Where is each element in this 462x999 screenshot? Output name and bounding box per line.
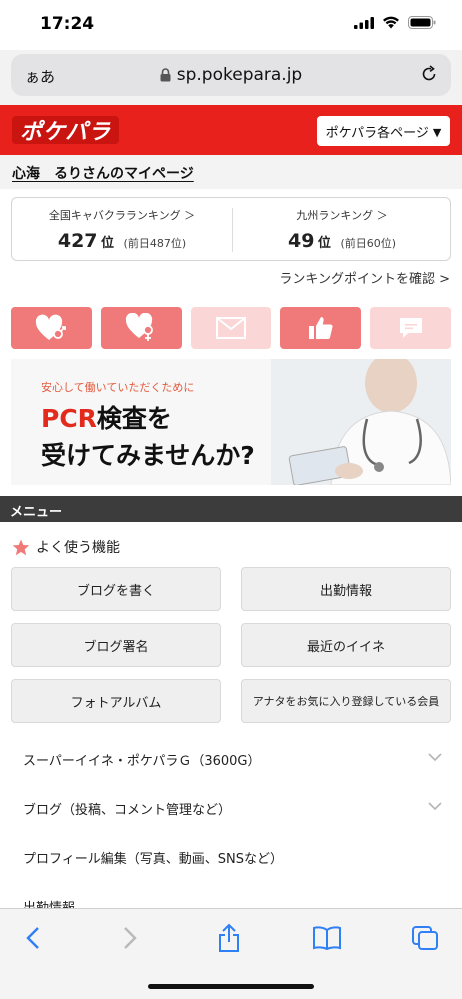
mypage-title[interactable]: 心海 るりさんのマイページ <box>12 163 194 183</box>
mail-button[interactable] <box>190 307 272 349</box>
regional-rank-unit: 位 <box>317 236 331 251</box>
url-bar[interactable]: ぁあ sp.pokepara.jp <box>11 54 451 96</box>
banner-pcr-text: PCR <box>41 404 97 433</box>
pages-dropdown-button[interactable]: ポケパラ各ページ ▼ <box>317 116 450 146</box>
national-rank-unit: 位 <box>101 236 115 251</box>
reload-icon[interactable] <box>419 64 439 84</box>
forward-arrow-icon <box>124 927 137 949</box>
tabs-button[interactable] <box>405 923 445 953</box>
star-icon <box>12 539 30 555</box>
chat-icon <box>399 318 422 338</box>
write-blog-button[interactable]: ブログを書く <box>11 567 221 611</box>
url-display[interactable]: sp.pokepara.jp <box>11 65 451 85</box>
regional-rank-previous: (前日60位) <box>340 237 397 250</box>
status-bar: 17:24 <box>0 0 462 50</box>
status-icons <box>354 16 436 29</box>
tabs-icon <box>412 926 438 950</box>
national-rank-number: 427 <box>57 230 98 252</box>
share-icon <box>219 923 239 952</box>
menu-section-blog[interactable]: ブログ（投稿、コメント管理など） <box>0 784 462 832</box>
thumbs-up-icon <box>308 317 333 340</box>
favorited-members-button[interactable]: アナタをお気に入り登録している会員 <box>241 679 451 723</box>
banner-headline-2: 受けてみませんか? <box>41 441 255 470</box>
pokepara-logo[interactable]: ポケパラ <box>12 116 120 145</box>
caret-down-icon: ▼ <box>432 126 442 139</box>
site-header: ポケパラ ポケパラ各ページ ▼ <box>0 105 462 155</box>
battery-icon <box>408 16 436 29</box>
menu-header: メニュー <box>0 496 462 522</box>
browser-url-area: ぁあ sp.pokepara.jp <box>0 50 462 105</box>
share-button[interactable] <box>209 923 249 953</box>
mypage-title-bar: 心海 るりさんのマイページ <box>0 155 462 189</box>
national-ranking-value: 427 位 (前日487位) <box>12 230 232 252</box>
chevron-down-icon <box>428 753 442 762</box>
menu-section-profile-edit[interactable]: プロフィール編集（写真、動画、SNSなど） <box>0 833 462 881</box>
national-ranking[interactable]: 全国キャバクラランキング ＞ 427 位 (前日487位) <box>12 198 232 262</box>
quick-icon-row <box>11 307 451 349</box>
page: 17:24 ぁあ sp.pokepara.jp ポケパラ ポケパラ各ページ ▼ … <box>0 0 462 999</box>
wifi-icon <box>383 16 399 29</box>
pcr-test-banner[interactable]: 安心して働いていただくために PCR検査を 受けてみませんか? <box>11 359 451 485</box>
ranking-box: 全国キャバクラランキング ＞ 427 位 (前日487位) 九州ランキング ＞ … <box>11 197 451 261</box>
regional-ranking[interactable]: 九州ランキング ＞ 49 位 (前日60位) <box>232 198 452 262</box>
status-time: 17:24 <box>40 14 95 34</box>
ranking-points-link[interactable]: ランキングポイントを確認 > <box>279 268 450 287</box>
attendance-info-button[interactable]: 出勤情報 <box>241 567 451 611</box>
back-arrow-icon <box>26 927 39 949</box>
regional-rank-number: 49 <box>287 230 315 252</box>
banner-subtitle: 安心して働いていただくために <box>41 381 195 394</box>
heart-male-icon <box>36 314 67 340</box>
heart-female-button[interactable] <box>100 307 182 349</box>
signal-icon <box>354 16 374 29</box>
chat-button[interactable] <box>370 307 451 349</box>
menu-header-label: メニュー <box>10 505 63 520</box>
national-ranking-label: 全国キャバクラランキング ＞ <box>48 209 196 222</box>
national-rank-previous: (前日487位) <box>123 237 187 250</box>
menu-section-super-like[interactable]: スーパーイイネ・ポケパラＧ（3600G） <box>0 735 462 783</box>
lock-icon <box>160 68 171 82</box>
book-icon <box>313 926 341 950</box>
forward-button[interactable] <box>110 923 150 953</box>
favorites-title: よく使う機能 <box>12 537 120 557</box>
heart-female-icon <box>126 313 154 341</box>
back-button[interactable] <box>13 923 53 953</box>
thumbs-up-button[interactable] <box>280 307 362 349</box>
doctor-illustration <box>271 359 451 485</box>
url-text: sp.pokepara.jp <box>176 65 303 85</box>
banner-headline-1: PCR検査を <box>41 399 172 435</box>
chevron-down-icon <box>428 802 442 811</box>
blog-signature-button[interactable]: ブログ署名 <box>11 623 221 667</box>
banner-headline-1-rest: 検査を <box>96 404 172 433</box>
photo-album-button[interactable]: フォトアルバム <box>11 679 221 723</box>
mail-icon <box>215 317 246 339</box>
favorites-title-label: よく使う機能 <box>36 540 120 556</box>
regional-ranking-label: 九州ランキング ＞ <box>296 209 388 222</box>
regional-ranking-value: 49 位 (前日60位) <box>232 230 452 252</box>
heart-male-button[interactable] <box>11 307 92 349</box>
menu-section-label: スーパーイイネ・ポケパラＧ（3600G） <box>23 754 261 769</box>
pages-dropdown-label: ポケパラ各ページ <box>325 125 429 141</box>
home-indicator <box>148 984 314 989</box>
bookmarks-button[interactable] <box>307 923 347 953</box>
menu-section-label: ブログ（投稿、コメント管理など） <box>23 803 232 818</box>
menu-section-label: プロフィール編集（写真、動画、SNSなど） <box>23 852 283 867</box>
recent-likes-button[interactable]: 最近のイイネ <box>241 623 451 667</box>
